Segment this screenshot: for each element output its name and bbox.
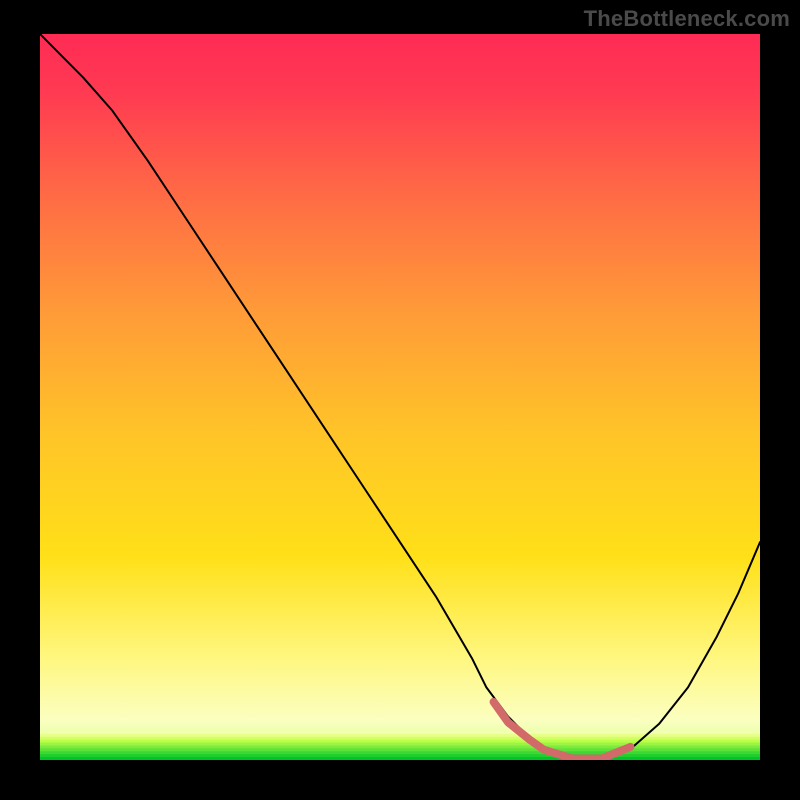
green-band bbox=[40, 734, 760, 737]
green-band bbox=[40, 743, 760, 746]
chart-frame: TheBottleneck.com bbox=[0, 0, 800, 800]
green-band bbox=[40, 737, 760, 740]
watermark-text: TheBottleneck.com bbox=[584, 6, 790, 32]
green-band bbox=[40, 745, 760, 748]
green-band bbox=[40, 748, 760, 751]
green-band bbox=[40, 740, 760, 743]
plot-area bbox=[40, 34, 760, 760]
gradient-background bbox=[40, 34, 760, 760]
green-band bbox=[40, 751, 760, 754]
green-band bbox=[40, 754, 760, 757]
green-band bbox=[40, 757, 760, 760]
chart-svg bbox=[40, 34, 760, 760]
green-band bbox=[40, 731, 760, 734]
